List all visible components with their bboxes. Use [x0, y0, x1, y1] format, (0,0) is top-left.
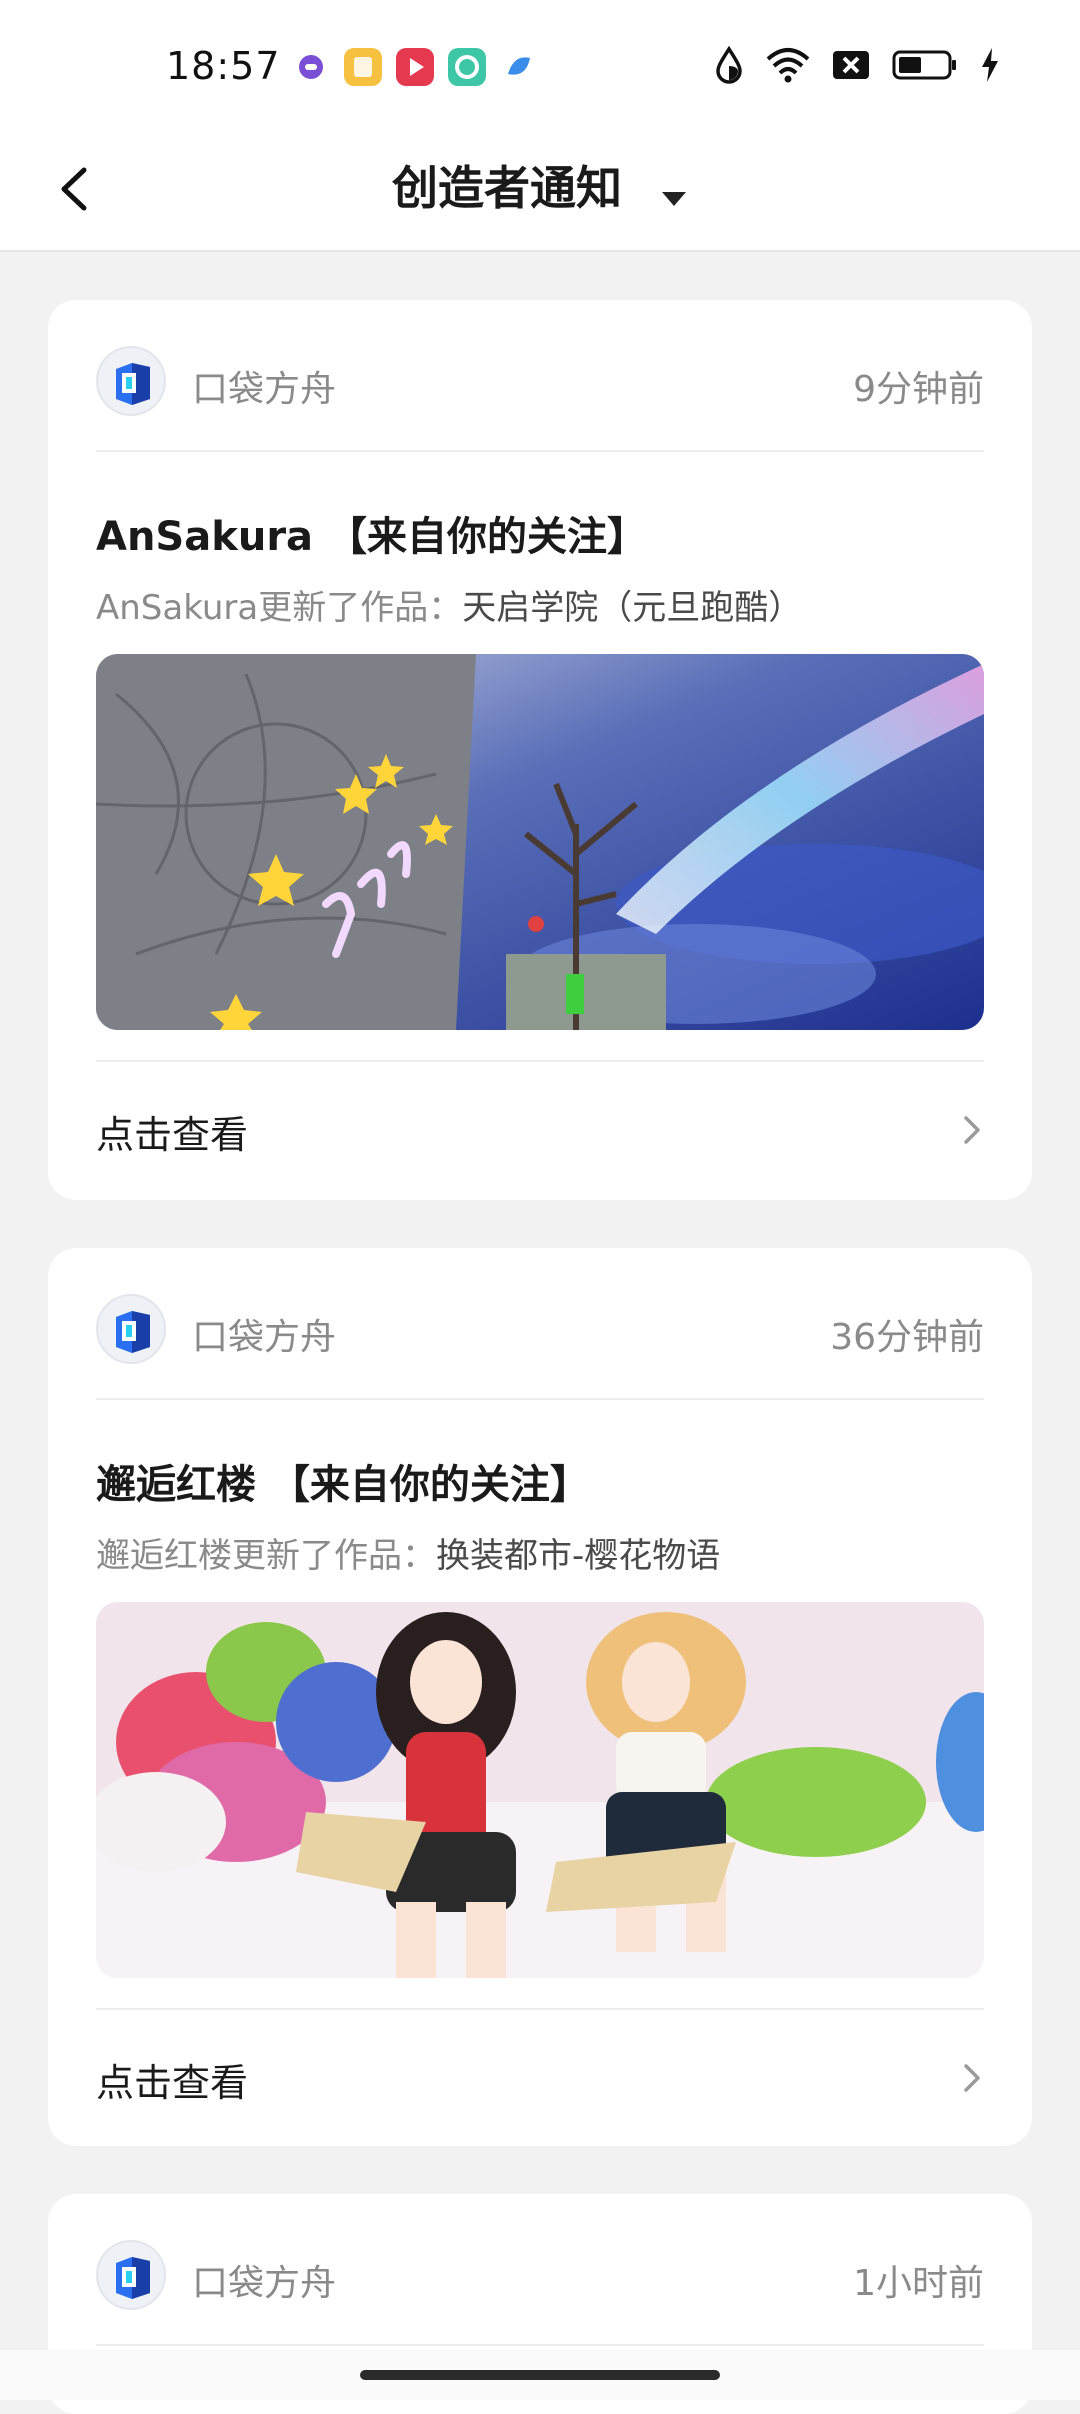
source-name: 口袋方舟: [192, 369, 337, 410]
no-sim-icon: [832, 50, 870, 80]
view-details-label: 点击查看: [96, 1113, 249, 1157]
page-title: 创造者通知: [391, 161, 622, 215]
description-prefix: AnSakura更新了作品：: [96, 588, 463, 628]
page-header: 创造者通知: [0, 130, 1080, 252]
view-details-label: 点击查看: [96, 2061, 249, 2105]
view-details-row[interactable]: 点击查看: [96, 1060, 984, 1198]
app-icon-purple: [292, 48, 330, 86]
work-thumbnail-image[interactable]: [96, 1602, 984, 1978]
system-status-icons: [714, 46, 1000, 84]
timestamp: 9分钟前: [853, 369, 984, 410]
app-icon-green: [448, 48, 486, 86]
card-header: 口袋方舟 36分钟前: [96, 1248, 984, 1400]
notification-description: AnSakura更新了作品：天启学院（元旦跑酷）: [96, 580, 984, 628]
timestamp: 1小时前: [853, 2263, 984, 2304]
pocket-ark-logo-icon: [116, 363, 150, 405]
pocket-ark-logo-icon: [116, 1311, 150, 1353]
notification-app-icons: [292, 48, 538, 86]
app-icon-blue: [500, 48, 538, 86]
timestamp: 36分钟前: [830, 1317, 984, 1358]
work-thumbnail-image[interactable]: [96, 654, 984, 1030]
avatar: [96, 2240, 166, 2310]
view-details-row[interactable]: 点击查看: [96, 2008, 984, 2146]
notification-description: 邂逅红楼更新了作品：换装都市-樱花物语: [96, 1528, 984, 1576]
source-name: 口袋方舟: [192, 1317, 337, 1358]
description-prefix: 邂逅红楼更新了作品：: [96, 1536, 436, 1576]
wifi-icon: [766, 47, 810, 83]
notification-title: 邂逅红楼 【来自你的关注】: [96, 1462, 590, 1508]
drop-icon: [714, 46, 744, 84]
avatar: [96, 346, 166, 416]
status-time: 18:57: [166, 44, 281, 88]
notification-card[interactable]: 口袋方舟 36分钟前 邂逅红楼 【来自你的关注】 邂逅红楼更新了作品：换装都市-…: [48, 1248, 1032, 2146]
source-name: 口袋方舟: [192, 2263, 337, 2304]
pocket-ark-logo-icon: [116, 2257, 150, 2299]
caret-down-icon: [660, 165, 688, 219]
notification-title: AnSakura 【来自你的关注】: [96, 514, 647, 560]
work-name: 换装都市-樱花物语: [436, 1536, 721, 1576]
avatar: [96, 1294, 166, 1364]
notification-card[interactable]: 口袋方舟 9分钟前 AnSakura 【来自你的关注】 AnSakura更新了作…: [48, 300, 1032, 1200]
status-bar: 18:57: [0, 0, 1080, 130]
work-name: 天启学院（元旦跑酷）: [462, 588, 803, 628]
chevron-right-icon: [960, 1112, 984, 1152]
charging-icon: [980, 47, 1000, 83]
app-icon-yellow: [344, 48, 382, 86]
battery-icon: [892, 50, 958, 80]
card-header: 口袋方舟 9分钟前: [96, 300, 984, 452]
card-header: 口袋方舟 1小时前: [96, 2194, 984, 2346]
title-dropdown[interactable]: 创造者通知: [0, 152, 1080, 219]
chevron-right-icon: [960, 2060, 984, 2100]
app-icon-red-play: [396, 48, 434, 86]
home-indicator[interactable]: [360, 2370, 720, 2380]
